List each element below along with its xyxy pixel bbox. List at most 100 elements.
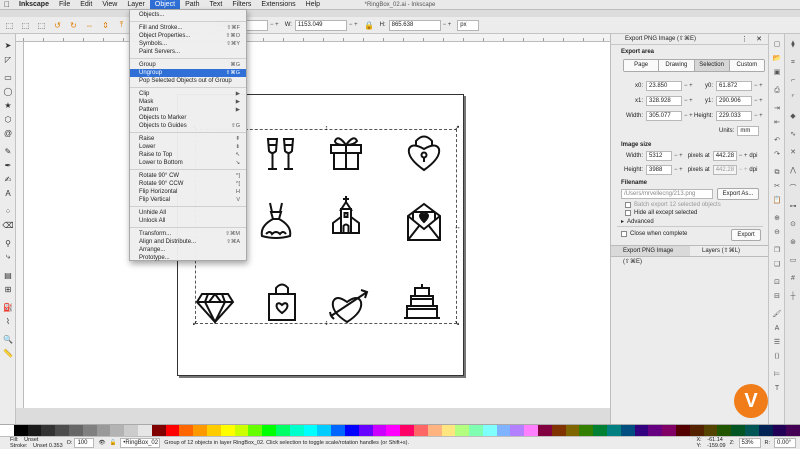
new-document-icon[interactable]: ▢ (772, 40, 782, 50)
dropper-tool-icon[interactable]: ⚲ (3, 238, 13, 248)
champagne-glasses-icon[interactable] (262, 135, 302, 175)
group-icon[interactable]: ⊡ (772, 278, 782, 288)
snap-rotation-center-icon[interactable]: ⊛ (788, 238, 798, 248)
tab-selection[interactable]: Selection (694, 60, 730, 71)
zoom-input[interactable]: 53% (738, 438, 761, 448)
heart-arrow-icon[interactable] (329, 286, 369, 326)
filename-input[interactable]: /Users/mrvellecng/213.png (621, 189, 713, 199)
select-all-layers-icon[interactable]: ⬚ (19, 19, 32, 32)
lock-ratio-icon[interactable]: 🔒 (363, 19, 376, 32)
eye-icon[interactable]: 👁 (98, 440, 105, 446)
text-tool-side-icon[interactable]: T (772, 384, 782, 394)
menu-item-objects-to-guides[interactable]: Objects to Guides ⇧G (130, 122, 246, 130)
node-tool-icon[interactable]: ◸ (3, 54, 13, 64)
raise-to-top-icon[interactable]: ⤒ (115, 19, 128, 32)
batch-checkbox[interactable] (625, 202, 631, 208)
gradient-tool-icon[interactable]: ▤ (3, 270, 13, 280)
align-icon[interactable]: ⊨ (772, 370, 782, 380)
menu-item-rotate-90-ccw[interactable]: Rotate 90° CCW ^[ (130, 180, 246, 188)
dpi-x-input[interactable]: 442.28 (712, 151, 737, 161)
shopping-bag-icon[interactable] (262, 282, 302, 322)
open-document-icon[interactable]: 📂 (772, 54, 782, 64)
img-width-input[interactable]: 5312 (646, 151, 672, 161)
snap-page-icon[interactable]: ▭ (788, 256, 798, 266)
horizontal-ruler[interactable] (16, 34, 610, 42)
menu-view[interactable]: View (97, 0, 122, 10)
menu-item-pop-selected-objects-out-of-group[interactable]: Pop Selected Objects out of Group (130, 77, 246, 85)
snap-cusp-icon[interactable]: ⋀ (788, 166, 798, 176)
unit-select[interactable]: px (457, 19, 480, 31)
layers-icon[interactable]: ☰ (772, 338, 782, 348)
chapel-icon[interactable] (326, 195, 366, 235)
img-height-input[interactable]: 3988 (646, 165, 672, 175)
menu-item-symbols[interactable]: Symbols... ⇧⌘Y (130, 40, 246, 48)
img-width-stepper-icon[interactable]: − + (674, 153, 683, 159)
menu-app[interactable]: Inkscape (14, 0, 54, 10)
advanced-row[interactable]: ▸ Advanced (621, 218, 654, 226)
menu-item-raise[interactable]: Raise ⇞ (130, 135, 246, 143)
snap-paths-icon[interactable]: ∿ (788, 130, 798, 140)
y1-input[interactable]: 290.906 (716, 96, 752, 106)
width-input[interactable]: 305.077 (646, 111, 682, 121)
y0-stepper-icon[interactable]: − + (754, 83, 763, 89)
menu-item-mask[interactable]: Mask ▶ (130, 98, 246, 106)
hide-checkbox[interactable] (625, 210, 631, 216)
img-height-stepper-icon[interactable]: − + (674, 167, 683, 173)
tab-custom[interactable]: Custom (729, 60, 764, 71)
export-icon[interactable]: ⇤ (772, 118, 782, 128)
text-tool-icon[interactable]: A (3, 188, 13, 198)
close-icon[interactable]: ✕ (756, 34, 762, 45)
spray-tool-icon[interactable]: ⁘ (3, 206, 13, 216)
love-letter-icon[interactable] (404, 202, 444, 242)
eraser-tool-icon[interactable]: ⌫ (2, 220, 13, 230)
box3d-tool-icon[interactable]: ⬡ (3, 114, 13, 124)
calligraphy-tool-icon[interactable]: ✍ (3, 174, 13, 184)
menu-item-clip[interactable]: Clip ▶ (130, 90, 246, 98)
fill-stroke-indicator[interactable]: Fill: Unset Stroke: Unset 0.353 (2, 437, 63, 449)
panel-menu-icon[interactable]: ⋮ (741, 34, 748, 45)
w-stepper-icon[interactable]: − + (349, 22, 358, 28)
deselect-icon[interactable]: ⬚ (35, 19, 48, 32)
copy-icon[interactable]: ⧉ (772, 168, 782, 178)
snap-intersection-icon[interactable]: ✕ (788, 148, 798, 158)
w-input[interactable]: 1153.049 (294, 19, 347, 31)
menu-item-objects-to-marker[interactable]: Objects to Marker (130, 114, 246, 122)
select-all-icon[interactable]: ⬚ (3, 19, 16, 32)
menu-item-objects[interactable]: Objects... (130, 11, 246, 19)
menu-item-group[interactable]: Group ⌘G (130, 61, 246, 69)
opacity-input[interactable]: 100 (74, 438, 95, 448)
ungroup-icon[interactable]: ⊟ (772, 292, 782, 302)
menu-item-lower[interactable]: Lower ⇟ (130, 143, 246, 151)
snap-bbox-icon[interactable]: ⌗ (788, 58, 798, 68)
height-stepper-icon[interactable]: − + (754, 113, 763, 119)
drawing-canvas[interactable]: ↖ ↗ ↙ ↘ ↕ ↔ ↕ (24, 42, 610, 408)
star-tool-icon[interactable]: ★ (3, 100, 13, 110)
clone-icon[interactable]: ❏ (772, 260, 782, 270)
units-select[interactable]: mm (737, 126, 760, 136)
wedding-dress-icon[interactable] (256, 200, 296, 240)
snap-smooth-icon[interactable]: ⌒ (788, 184, 798, 194)
cut-icon[interactable]: ✂ (772, 182, 782, 192)
x-stepper-icon[interactable]: − + (270, 22, 279, 28)
menu-item-lower-to-bottom[interactable]: Lower to Bottom ↘ (130, 159, 246, 167)
menu-item-pattern[interactable]: Pattern ▶ (130, 106, 246, 114)
snap-center-icon[interactable]: ⊙ (788, 220, 798, 230)
expander-icon[interactable]: ▸ (621, 218, 624, 225)
pencil-tool-icon[interactable]: ✎ (3, 146, 13, 156)
snap-bbox-corner-icon[interactable]: ⌜ (788, 94, 798, 104)
zoom-selection-icon[interactable]: ⊕ (772, 214, 782, 224)
rectangle-tool-icon[interactable]: ▭ (3, 72, 13, 82)
menu-item-object-properties[interactable]: Object Properties... ⇧⌘O (130, 32, 246, 40)
gift-box-icon[interactable] (326, 132, 366, 172)
menu-item-prototype[interactable]: Prototype... (130, 254, 246, 262)
unit-value[interactable]: px (457, 19, 480, 31)
dock-tab-export[interactable]: Export PNG Image (⇧⌘E) (611, 246, 690, 265)
menu-item-flip-horizontal[interactable]: Flip Horizontal H (130, 188, 246, 196)
dpi-x-stepper-icon[interactable]: − + (739, 153, 748, 159)
zoom-drawing-icon[interactable]: ⊖ (772, 228, 782, 238)
resize-handle-right[interactable]: ↔ (454, 224, 461, 231)
snap-midpoint-icon[interactable]: ⊶ (788, 202, 798, 212)
snap-nodes-icon[interactable]: ◆ (788, 112, 798, 122)
x1-input[interactable]: 328.928 (646, 96, 682, 106)
selector-tool-icon[interactable]: ➤ (3, 40, 13, 50)
